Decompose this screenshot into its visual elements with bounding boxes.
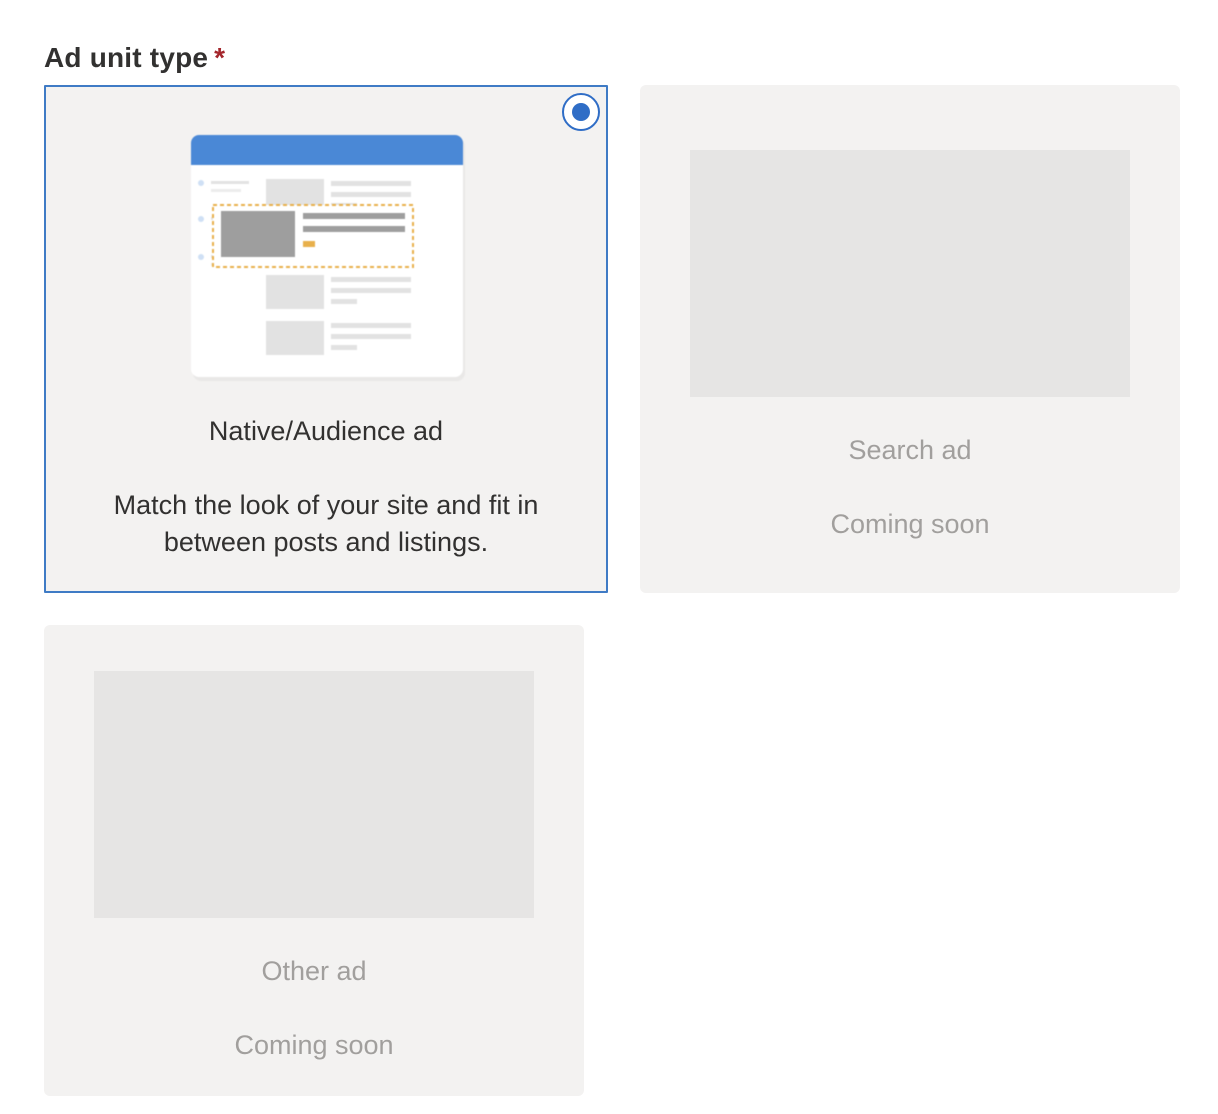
native-audience-ad-title: Native/Audience ad <box>208 416 444 446</box>
native-audience-ad-option[interactable]: Native/Audience ad Match the look of you… <box>44 85 608 593</box>
native-audience-ad-description: Match the look of your site and fit in b… <box>113 490 539 557</box>
ad-unit-type-label: Ad unit type * <box>44 38 225 78</box>
other-ad-option: Other ad Coming soon <box>44 625 584 1096</box>
search-ad-title: Search ad <box>848 435 972 465</box>
native-ad-illustration-icon <box>191 135 465 381</box>
required-marker: * <box>214 42 226 73</box>
other-ad-status: Coming soon <box>234 1030 394 1060</box>
other-ad-image-placeholder <box>94 671 534 918</box>
search-ad-option: Search ad Coming soon <box>640 85 1180 593</box>
search-ad-image-placeholder <box>690 150 1130 397</box>
search-ad-status: Coming soon <box>830 509 990 539</box>
radio-selected-dot <box>572 103 590 121</box>
other-ad-title: Other ad <box>261 956 367 986</box>
ad-unit-type-label-text: Ad unit type <box>44 42 209 73</box>
native-audience-ad-radio[interactable] <box>562 93 600 131</box>
